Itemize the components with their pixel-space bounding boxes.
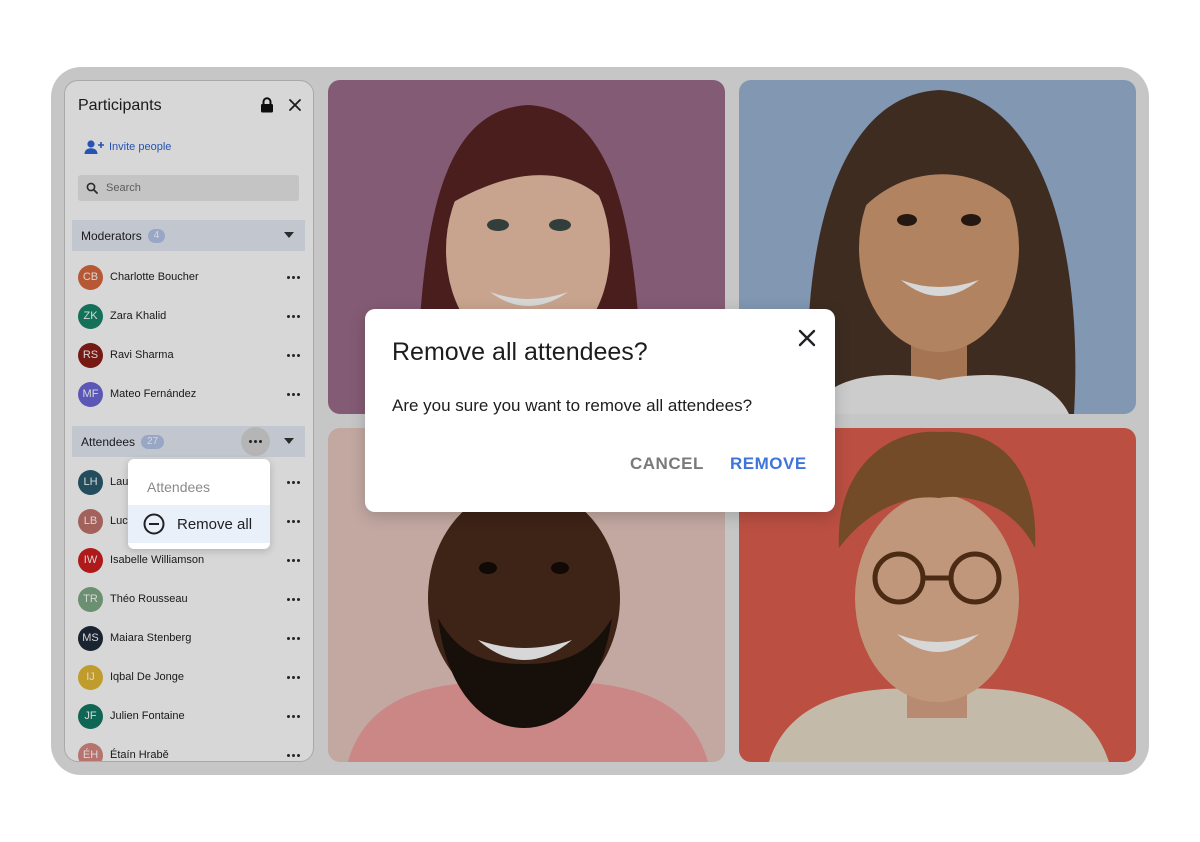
dialog-title: Remove all attendees? bbox=[392, 338, 648, 366]
cancel-button[interactable]: CANCEL bbox=[630, 454, 704, 474]
minus-circle-icon bbox=[143, 513, 165, 535]
close-icon[interactable] bbox=[797, 328, 817, 348]
remove-all-menu-item[interactable]: Remove all bbox=[128, 505, 270, 543]
remove-all-label: Remove all bbox=[177, 515, 253, 533]
dialog-message: Are you sure you want to remove all atte… bbox=[392, 396, 753, 415]
meeting-window: Participants Invite people Moderat bbox=[51, 67, 1149, 775]
attendees-context-menu: Attendees Remove all bbox=[128, 459, 270, 549]
confirm-dialog: Remove all attendees? Are you sure you w… bbox=[365, 309, 835, 512]
remove-button[interactable]: REMOVE bbox=[730, 454, 807, 474]
context-menu-header: Attendees bbox=[147, 479, 211, 495]
